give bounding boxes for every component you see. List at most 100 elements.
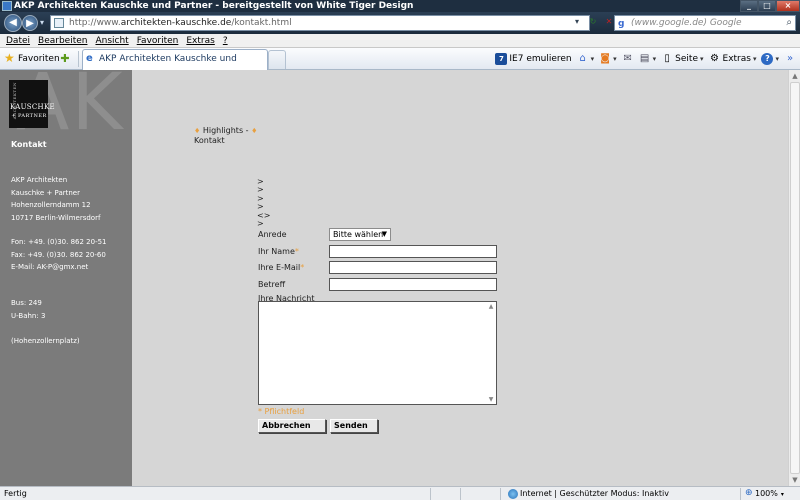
- sidebar-contact: Fon: +49. (0)30. 862 20-51 Fax: +49. (0)…: [11, 236, 107, 274]
- phone-line: Fon: +49. (0)30. 862 20-51: [11, 238, 107, 246]
- page-scrollbar[interactable]: ▲ ▼: [788, 70, 800, 486]
- subject-label: Betreff: [258, 280, 286, 289]
- window-title: AKP Architekten Kauschke und Partner - b…: [14, 1, 414, 11]
- search-icon[interactable]: ⌕: [786, 16, 792, 30]
- email-link[interactable]: E-Mail: AK-P@gmx.net: [11, 261, 107, 274]
- address-toolbar: ◀ ▶ ▾ http://www.architekten-kauschke.de…: [0, 12, 800, 34]
- subject-field[interactable]: [329, 278, 497, 291]
- scroll-down-icon[interactable]: ▼: [487, 396, 495, 403]
- name-field[interactable]: [329, 245, 497, 258]
- logo-partner: + PARTNER: [11, 113, 47, 119]
- close-button[interactable]: ×: [776, 0, 800, 12]
- back-button[interactable]: ◀: [4, 14, 22, 32]
- breadcrumb: ♦ Highlights - ♦ Kontakt: [194, 126, 274, 146]
- ie-page-icon: e: [86, 53, 93, 64]
- page-menu-button[interactable]: ▯ Seite ▾: [661, 52, 703, 66]
- address-line: AKP Architekten: [11, 176, 68, 184]
- address-line: 10717 Berlin-Wilmersdorf: [11, 213, 101, 222]
- logo-name: KAUSCHKE: [10, 103, 55, 111]
- page-icon: [54, 18, 64, 28]
- page-menu-icon: ▯: [664, 53, 670, 64]
- address-line: Hohenzollerndamm 12: [11, 201, 91, 209]
- tools-menu-button[interactable]: ⚙ Extras ▾: [709, 52, 756, 66]
- status-divider: [740, 488, 741, 500]
- menu-extras[interactable]: Extras: [186, 34, 214, 47]
- scroll-thumb[interactable]: [790, 82, 800, 474]
- globe-icon: [508, 489, 518, 499]
- stray-markup: > > > > <> >: [257, 177, 270, 229]
- salutation-value: Bitte wählen: [333, 230, 384, 239]
- status-text: Fertig: [4, 489, 27, 498]
- address-input[interactable]: http://www.architekten-kauschke.de/konta…: [50, 15, 590, 31]
- address-line: Kauschke + Partner: [11, 188, 80, 197]
- ie7-emulate-button[interactable]: 7 IE7 emulieren: [495, 52, 572, 66]
- bullet-icon: ♦: [251, 127, 258, 135]
- breadcrumb-kontakt[interactable]: Kontakt: [194, 136, 225, 145]
- star-icon: ★: [4, 51, 15, 65]
- scroll-up-icon[interactable]: ▲: [487, 303, 495, 310]
- mail-button[interactable]: ✉: [622, 53, 634, 65]
- textarea-scrollbar[interactable]: ▲ ▼: [486, 302, 496, 404]
- feeds-button[interactable]: ◙ ▾: [599, 52, 616, 66]
- main-content: ♦ Highlights - ♦ Kontakt > > > > <> > An…: [132, 70, 788, 486]
- mail-icon: ✉: [623, 53, 632, 64]
- menu-favoriten[interactable]: Favoriten: [137, 34, 179, 47]
- menu-bearbeiten[interactable]: Bearbeiten: [38, 34, 87, 47]
- zoom-icon: ⊕: [745, 488, 753, 498]
- favorites-button[interactable]: ★ Favoriten: [4, 52, 60, 66]
- favorites-label: Favoriten: [18, 54, 60, 64]
- menu-datei[interactable]: Datei: [6, 34, 30, 47]
- minimize-button[interactable]: _: [740, 0, 758, 12]
- page-label: Seite: [675, 54, 698, 64]
- history-dropdown[interactable]: ▾: [40, 18, 44, 27]
- help-button[interactable]: ? ▾: [761, 52, 779, 66]
- home-button[interactable]: ⌂ ▾: [577, 52, 594, 66]
- printer-icon: ▤: [639, 53, 650, 64]
- sidebar-heading: Kontakt: [11, 140, 47, 149]
- url-prefix: http://www.: [69, 18, 121, 28]
- forward-button[interactable]: ▶: [22, 15, 38, 31]
- ie7-icon: 7: [495, 53, 508, 65]
- required-marker: *: [294, 247, 299, 256]
- email-field[interactable]: [329, 261, 497, 274]
- sidebar-address: AKP Architekten Kauschke + Partner Hohen…: [11, 174, 100, 224]
- maximize-button[interactable]: □: [758, 0, 776, 12]
- scroll-down-icon[interactable]: ▼: [790, 474, 800, 486]
- refresh-icon[interactable]: ↻: [586, 16, 600, 29]
- sidebar-stop: (Hohenzollernplatz): [11, 337, 80, 345]
- status-bar: Fertig Internet | Geschützter Modus: Ina…: [0, 486, 800, 500]
- ie7-label: IE7 emulieren: [509, 54, 572, 64]
- cancel-button[interactable]: Abbrechen: [258, 419, 326, 433]
- menu-ansicht[interactable]: Ansicht: [95, 34, 128, 47]
- menu-bar: Datei Bearbeiten Ansicht Favoriten Extra…: [0, 34, 800, 48]
- send-button[interactable]: Senden: [330, 419, 378, 433]
- zoom-control[interactable]: ⊕ 100% ▾: [745, 487, 784, 500]
- message-textarea[interactable]: ▲ ▼: [258, 301, 497, 405]
- search-input[interactable]: g (www.google.de) Google ⌕: [614, 15, 796, 31]
- add-favorite-icon[interactable]: ✚: [58, 52, 72, 66]
- stray-mark: >: [257, 219, 264, 229]
- salutation-label: Anrede: [258, 230, 287, 239]
- menu-help[interactable]: ?: [223, 34, 228, 47]
- rss-icon: ◙: [600, 53, 610, 64]
- command-bar: 7 IE7 emulieren ⌂ ▾ ◙ ▾ ✉ ▤ ▾ ▯ Seite ▾ ⚙ Ex…: [495, 52, 796, 66]
- address-dropdown-icon[interactable]: ▾: [570, 16, 584, 29]
- print-button[interactable]: ▤ ▾: [639, 52, 656, 66]
- logo-text: KAUSCHKE + PARTNER: [10, 103, 55, 121]
- fax-line: Fax: +49. (0)30. 862 20-60: [11, 250, 106, 259]
- research-icon: »: [786, 53, 794, 64]
- required-marker: *: [300, 263, 305, 272]
- tab-separator: [78, 51, 79, 67]
- page-viewport: AKP ARCHITEKTEN KAUSCHKE + PARTNER Konta…: [0, 70, 800, 486]
- gear-icon: ⚙: [710, 53, 719, 64]
- security-zone[interactable]: Internet | Geschützter Modus: Inaktiv: [508, 487, 669, 500]
- scroll-up-icon[interactable]: ▲: [790, 70, 800, 82]
- zone-text: Internet | Geschützter Modus: Inaktiv: [520, 489, 670, 498]
- research-button[interactable]: »: [784, 53, 796, 65]
- breadcrumb-highlights[interactable]: Highlights -: [203, 126, 249, 135]
- new-tab-button[interactable]: [268, 50, 286, 69]
- status-divider: [460, 488, 461, 500]
- salutation-select[interactable]: Bitte wählen ▼: [329, 228, 391, 241]
- sidebar: AKP ARCHITEKTEN KAUSCHKE + PARTNER Konta…: [0, 70, 132, 486]
- tab-akp-architekten[interactable]: e AKP Architekten Kauschke und Partner: [82, 49, 268, 83]
